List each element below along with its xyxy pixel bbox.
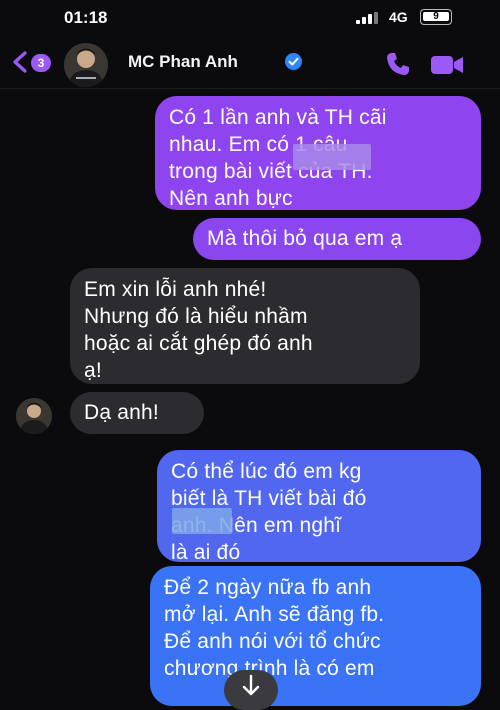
status-bar: 01:18 4G 9 xyxy=(0,0,500,34)
battery-level: 9 xyxy=(423,12,449,22)
outgoing-message[interactable]: Để 2 ngày nữa fb anh mở lại. Anh sẽ đăng… xyxy=(150,566,481,706)
verified-badge-icon xyxy=(285,53,302,70)
avatar-image xyxy=(64,43,108,87)
sender-avatar[interactable] xyxy=(16,398,52,434)
video-camera-icon[interactable] xyxy=(430,54,464,76)
contact-name[interactable]: MC Phan Anh xyxy=(128,52,238,72)
network-type: 4G xyxy=(389,9,408,25)
unread-count-badge[interactable]: 3 xyxy=(31,54,51,72)
outgoing-message[interactable]: Có thể lúc đó em kg biết là TH viết bài … xyxy=(157,450,481,564)
avatar-image xyxy=(16,398,52,434)
incoming-message[interactable]: Em xin lỗi anh nhé! Nhưng đó là hiểu nhầ… xyxy=(70,268,420,384)
redaction-mark xyxy=(172,508,232,534)
status-time: 01:18 xyxy=(64,8,108,27)
avatar[interactable] xyxy=(64,43,108,87)
signal-strength-icon xyxy=(356,12,382,24)
conversation-header: 3 MC Phan Anh xyxy=(0,34,500,89)
outgoing-message[interactable]: Mà thôi bỏ qua em ạ xyxy=(193,218,481,260)
incoming-message[interactable]: Dạ anh! xyxy=(70,392,204,434)
battery-icon: 9 xyxy=(420,9,452,25)
chevron-left-icon[interactable] xyxy=(10,50,30,74)
arrow-down-icon xyxy=(242,674,260,696)
redaction-mark xyxy=(293,144,371,170)
scroll-to-bottom-button[interactable] xyxy=(224,670,278,710)
phone-icon[interactable] xyxy=(384,50,412,78)
